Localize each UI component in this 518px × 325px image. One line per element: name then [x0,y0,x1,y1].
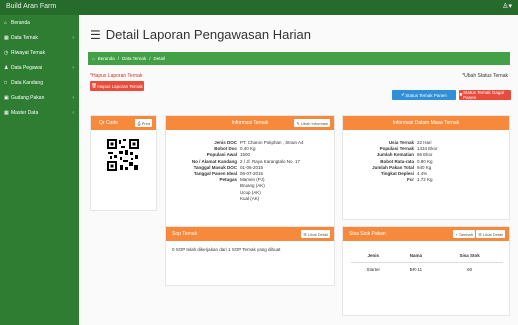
column-header: Sisa Stok [436,249,503,263]
stok-lihat-detail-button[interactable]: ☰ Lihat Detail [476,230,505,238]
sop-panel: Sop Ternak ☰ Lihat Detail 0 SOP telah di… [165,226,335,286]
informasi-ternak-header: Informasi Ternak ✎ Ubah Informasi [166,116,334,130]
ubah-informasi-label: Ubah Informasi [300,120,328,126]
qr-panel-header: Qr Code ⎙ Print [91,116,156,130]
tambah-stok-button[interactable]: + Tambah [453,230,475,238]
masa-ternak-panel: Informasi Dalam Masa Ternak Usia Ternak 2… [342,115,510,220]
status-gagal-panen-button[interactable]: ✖ Status Ternak Gagal Panen [459,90,511,100]
plus-icon: + [455,231,458,237]
sidebar-item-label: Gudang Pakan [11,94,45,101]
ubah-informasi-button[interactable]: ✎ Ubah Informasi [294,119,330,127]
masa-value: 1.72 Kg [417,177,433,183]
breadcrumb-separator: / [149,56,151,61]
masa-ternak-header: Informasi Dalam Masa Ternak [343,116,509,130]
masa-row: Fcr 1.72 Kg [343,177,511,183]
breadcrumb-data-ternak[interactable]: Data Ternak [122,56,146,61]
sop-lihat-detail-button[interactable]: ☰ Lihat Detail [301,230,330,238]
sop-summary-text: 0 SOP telah dikerjakan dari 1 SOP Ternak… [172,247,281,252]
table-row: Starter BR-11 60 [351,263,503,277]
page-title: ☰ Detail Laporan Pengawasan Harian [90,27,311,42]
sidebar-item-label: Master Data [11,109,39,116]
user-icon[interactable]: ♙▾ [502,2,512,10]
sop-lihat-detail-label: Lihat Detail [307,231,328,237]
sidebar-item-label: Riwayat Ternak [11,49,46,56]
sidebar-item-master-data[interactable]: ▦ Master Data ‹ [0,105,79,120]
sidebar-item-data-ternak[interactable]: ▦ Data Ternak ‹ [0,30,79,45]
users-icon: ♟ [4,64,9,71]
status-panen-label: Status Ternak Panen [405,92,447,98]
print-label: Print [141,120,150,126]
column-header: Nama [395,249,437,263]
sidebar: ⌂ Beranda ▦ Data Ternak ‹ ◷ Riwayat Tern… [0,15,79,325]
breadcrumb-detail: Detail [153,56,165,61]
main-content: ☰ Detail Laporan Pengawasan Harian ⌂ Ber… [79,15,518,325]
list-icon: ☰ [303,231,307,237]
list-icon: ☰ [478,231,482,237]
print-icon: ⎙ [137,120,141,126]
masa-ternak-list: Usia Ternak 22 Hari Populasi Ternak 1434 E… [343,140,511,183]
edit-icon: ✎ [296,120,300,126]
qr-panel: Qr Code ⎙ Print [90,115,157,211]
sidebar-item-gudang-pakan[interactable]: ▣ Gudang Pakan ‹ [0,90,79,105]
status-gagal-label: Status Ternak Gagal Panen [463,90,504,100]
hapus-laporan-button[interactable]: 🗑 Hapus Laporan Ternak [90,81,144,91]
column-header: Jenis [351,249,396,263]
table-cell: Starter [366,267,380,272]
tambah-stok-label: Tambah [458,231,473,237]
breadcrumb-home-icon: ⌂ [92,56,95,61]
hapus-laporan-label: Hapus Laporan Ternak [97,83,143,89]
info-row: Kual (AK) [166,196,336,202]
breadcrumb-beranda[interactable]: Beranda [98,56,115,61]
history-icon: ◷ [4,49,9,56]
chevron-left-icon: ‹ [72,94,74,101]
stok-pakan-panel: Sisa Stok Pakan + Tambah ☰ Lihat Detail … [342,226,510,316]
grid-icon: ▦ [4,109,9,116]
stok-lihat-detail-label: Lihat Detail [482,231,503,237]
masa-ternak-title: Informasi Dalam Masa Ternak [392,120,460,126]
status-panen-button[interactable]: ✔ Status Ternak Panen [392,90,456,100]
breadcrumb: ⌂ Beranda / Data Ternak / Detail [88,52,510,65]
app-title[interactable]: Build Aran Farm [6,3,56,10]
informasi-ternak-list: Jenis DOC PT. Charon Pokphan , Strain A4 … [166,140,336,202]
sidebar-item-data-kandang[interactable]: □ Data Kandang [0,75,79,90]
table-cell: 60 [467,267,473,272]
top-bar: Build Aran Farm ♙▾ [0,0,518,15]
sidebar-item-label: Data Pegawai [11,64,43,71]
table-header-row: Jenis Nama Sisa Stok [351,249,503,263]
sidebar-item-label: Beranda [11,19,30,26]
chevron-left-icon: ‹ [72,34,74,41]
chevron-left-icon: ‹ [72,64,74,71]
stok-pakan-table: Jenis Nama Sisa Stok Starter BR-11 60 [351,249,503,276]
qr-code-image [106,138,140,172]
chevron-left-icon: ‹ [72,109,74,116]
stok-pakan-header: Sisa Stok Pakan + Tambah ☰ Lihat Detail [343,227,509,241]
page-title-text: Detail Laporan Pengawasan Harian [105,27,312,42]
print-button[interactable]: ⎙ Print [135,119,152,127]
ubah-status-note: *Ubah Status Ternak [462,73,508,79]
list-icon: ☰ [90,27,101,42]
sidebar-item-label: Data Ternak [11,34,38,41]
barn-icon: □ [4,79,8,86]
sidebar-item-data-pegawai[interactable]: ♟ Data Pegawai ‹ [0,60,79,75]
table-icon: ▦ [4,34,9,41]
breadcrumb-separator: / [117,56,119,61]
table-cell: BR-11 [409,267,423,272]
sidebar-item-riwayat-ternak[interactable]: ◷ Riwayat Ternak [0,45,79,60]
home-icon: ⌂ [4,19,8,26]
info-key [166,196,240,202]
masa-key: Fcr [406,177,414,183]
sidebar-item-beranda[interactable]: ⌂ Beranda [0,15,79,30]
warehouse-icon: ▣ [4,94,9,101]
sidebar-item-label: Data Kandang [11,79,43,86]
sop-panel-header: Sop Ternak ☰ Lihat Detail [166,227,334,241]
hapus-laporan-note: *Hapus Laporan Ternak [90,73,143,79]
info-value: Kual (AK) [240,195,260,201]
